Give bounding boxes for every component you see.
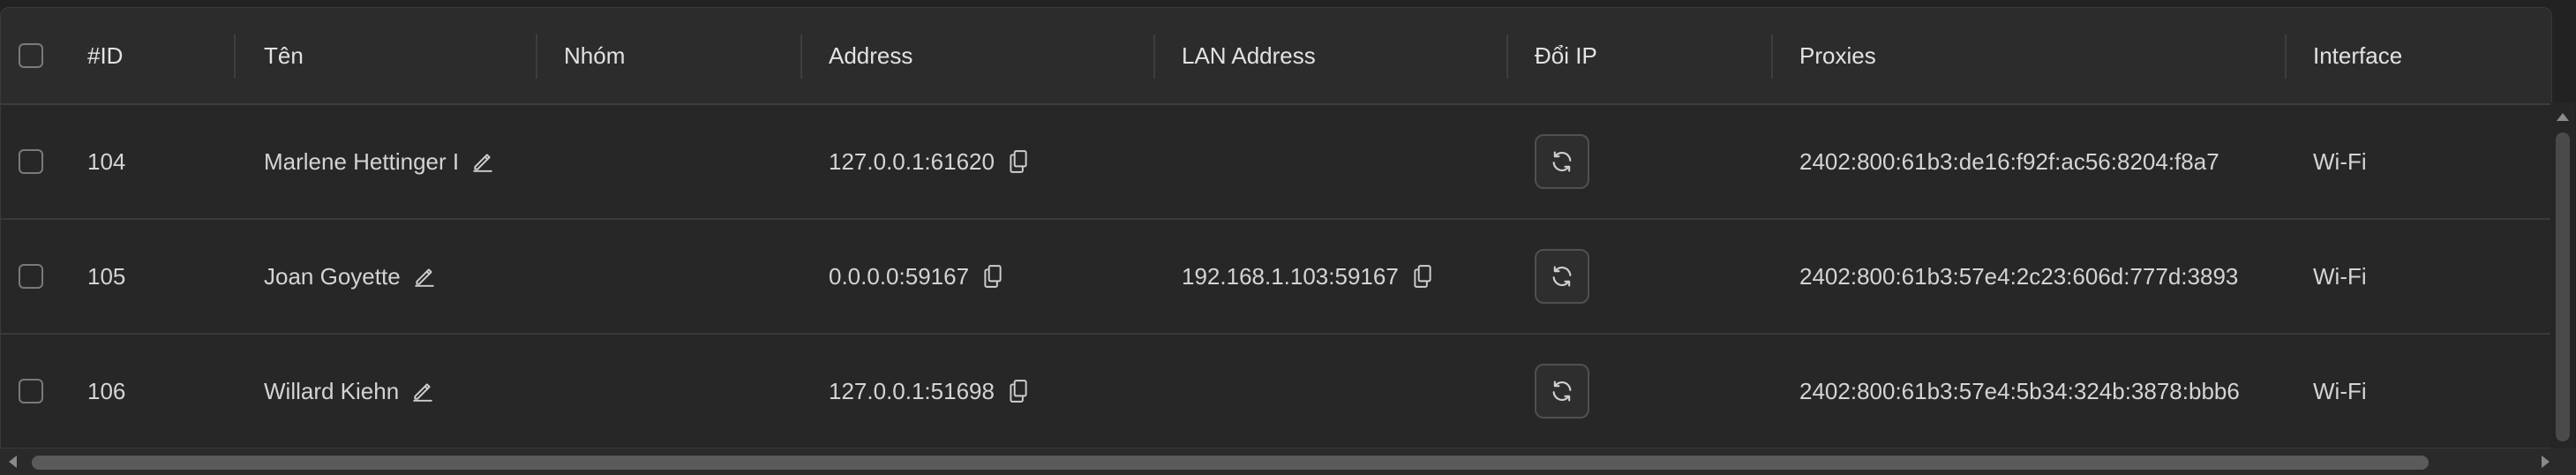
row-name-cell: Joan Goyette	[264, 220, 436, 333]
vertical-scrollbar[interactable]	[2550, 102, 2575, 449]
column-header-proxies[interactable]: Proxies	[1799, 8, 1876, 103]
column-divider[interactable]	[2285, 34, 2287, 79]
proxy-table: #ID Tên Nhóm Address LAN Address Đổi IP …	[0, 7, 2552, 450]
scroll-left-arrow-icon[interactable]	[9, 456, 17, 468]
column-divider[interactable]	[800, 34, 802, 79]
row-id: 106	[87, 377, 126, 404]
column-divider[interactable]	[1506, 34, 1508, 79]
row-select-cell	[19, 335, 43, 448]
column-header-address[interactable]: Address	[829, 8, 912, 103]
column-header-group[interactable]: Nhóm	[564, 8, 625, 103]
table-header: #ID Tên Nhóm Address LAN Address Đổi IP …	[1, 8, 2551, 105]
row-id: 104	[87, 147, 126, 175]
column-divider[interactable]	[536, 34, 537, 79]
row-name-cell: Willard Kiehn	[264, 335, 434, 448]
row-change-ip-cell	[1535, 220, 1589, 333]
row-change-ip-cell	[1535, 335, 1589, 448]
column-divider[interactable]	[1153, 34, 1155, 79]
copy-icon[interactable]	[1007, 149, 1030, 174]
row-interface: Wi-Fi	[2313, 147, 2367, 175]
change-ip-button[interactable]	[1535, 364, 1589, 418]
change-ip-button[interactable]	[1535, 249, 1589, 304]
row-name: Joan Goyette	[264, 262, 401, 290]
row-id: 105	[87, 262, 126, 290]
column-divider[interactable]	[1771, 34, 1773, 79]
copy-icon[interactable]	[1007, 379, 1030, 403]
row-select-cell	[19, 105, 43, 218]
pencil-icon[interactable]	[471, 150, 494, 173]
column-header-interface[interactable]: Interface	[2313, 8, 2402, 103]
scroll-up-arrow-icon[interactable]	[2557, 113, 2569, 121]
table-row[interactable]: 106 Willard Kiehn 127.0.0.1:51698 2402:8…	[1, 335, 2551, 449]
row-name-cell: Marlene Hettinger I	[264, 105, 494, 218]
table-row[interactable]: 105 Joan Goyette 0.0.0.0:59167 192.168.1…	[1, 220, 2551, 335]
row-address-cell: 127.0.0.1:61620	[829, 105, 1030, 218]
row-proxy: 2402:800:61b3:57e4:2c23:606d:777d:3893	[1799, 262, 2239, 290]
row-proxy: 2402:800:61b3:57e4:5b34:324b:3878:bbb6	[1799, 377, 2240, 404]
row-change-ip-cell	[1535, 105, 1589, 218]
row-address-cell: 0.0.0.0:59167	[829, 220, 1004, 333]
row-address: 127.0.0.1:51698	[829, 377, 995, 404]
scroll-right-arrow-icon[interactable]	[2542, 456, 2550, 468]
copy-icon[interactable]	[981, 264, 1004, 289]
pencil-icon[interactable]	[413, 265, 436, 288]
change-ip-button[interactable]	[1535, 134, 1589, 189]
row-select-cell	[19, 220, 43, 333]
select-all-cell	[19, 8, 43, 103]
copy-icon[interactable]	[1411, 264, 1434, 289]
table-row[interactable]: 104 Marlene Hettinger I 127.0.0.1:61620	[1, 105, 2551, 220]
row-address: 127.0.0.1:61620	[829, 147, 995, 175]
row-name: Willard Kiehn	[264, 377, 400, 404]
column-header-change-ip[interactable]: Đổi IP	[1535, 8, 1597, 103]
refresh-icon	[1552, 381, 1572, 402]
proxy-table-window: #ID Tên Nhóm Address LAN Address Đổi IP …	[0, 0, 2576, 475]
row-address-cell: 127.0.0.1:51698	[829, 335, 1030, 448]
horizontal-scrollbar-thumb[interactable]	[32, 456, 2429, 470]
row-interface: Wi-Fi	[2313, 262, 2367, 290]
horizontal-scrollbar[interactable]	[0, 449, 2576, 475]
row-checkbox[interactable]	[19, 264, 43, 289]
row-checkbox[interactable]	[19, 379, 43, 403]
row-interface: Wi-Fi	[2313, 377, 2367, 404]
select-all-checkbox[interactable]	[19, 43, 43, 68]
pencil-icon[interactable]	[411, 380, 434, 403]
row-address: 0.0.0.0:59167	[829, 262, 970, 290]
row-name: Marlene Hettinger I	[264, 147, 460, 175]
column-header-name[interactable]: Tên	[264, 8, 304, 103]
vertical-scrollbar-thumb[interactable]	[2556, 132, 2570, 441]
refresh-icon	[1552, 266, 1572, 287]
column-divider[interactable]	[234, 34, 236, 79]
column-header-id[interactable]: #ID	[87, 8, 123, 103]
refresh-icon	[1552, 151, 1572, 172]
row-lan-address-cell: 192.168.1.103:59167	[1182, 220, 1434, 333]
row-proxy: 2402:800:61b3:de16:f92f:ac56:8204:f8a7	[1799, 147, 2219, 175]
row-lan-address: 192.168.1.103:59167	[1182, 262, 1399, 290]
column-header-lan-address[interactable]: LAN Address	[1182, 8, 1316, 103]
row-checkbox[interactable]	[19, 149, 43, 174]
